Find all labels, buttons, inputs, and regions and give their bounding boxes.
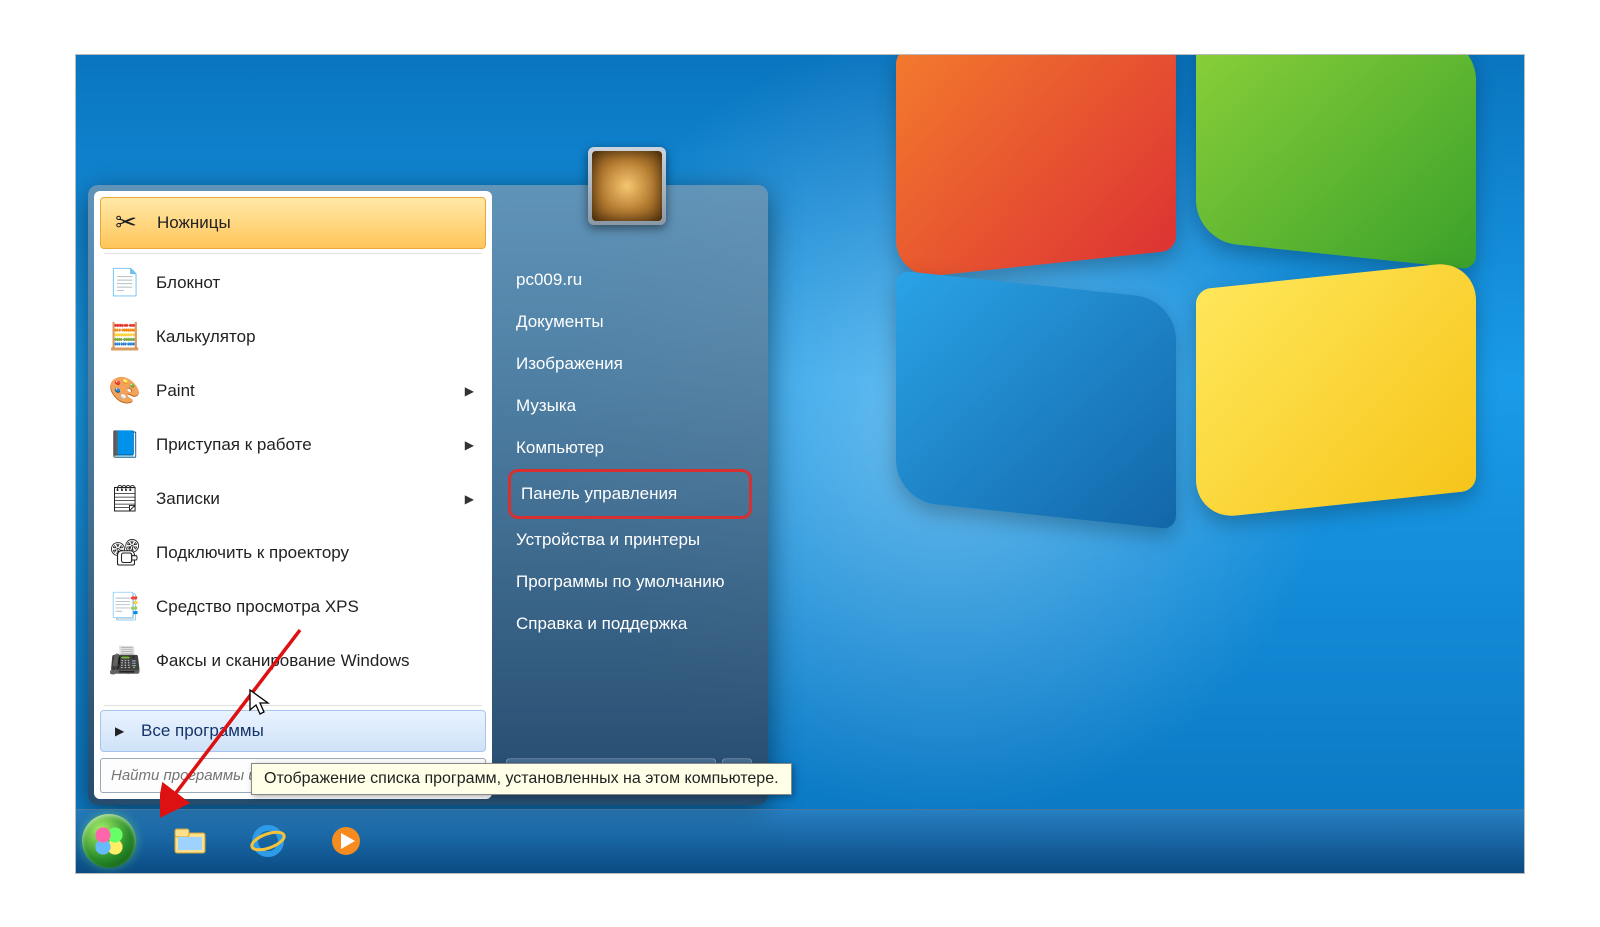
pinned-programs-list: ✂ Ножницы 📄 Блокнот 🧮 Калькулятор 🎨 Paint ▶ 📘 Прис… <box>98 195 488 703</box>
taskbar-explorer-icon[interactable] <box>166 821 214 861</box>
right-link-label: Компьютер <box>516 438 604 457</box>
pinned-item-getting-started[interactable]: 📘 Приступая к работе ▶ <box>100 420 486 470</box>
separator <box>104 705 482 706</box>
avatar-image <box>592 151 662 221</box>
right-link-pictures[interactable]: Изображения <box>508 343 752 385</box>
taskbar-wmp-icon[interactable] <box>322 821 370 861</box>
right-link-default-programs[interactable]: Программы по умолчанию <box>508 561 752 603</box>
right-link-label: Программы по умолчанию <box>516 572 725 591</box>
sticky-notes-icon: 🗒 <box>108 482 142 516</box>
right-link-computer[interactable]: Компьютер <box>508 427 752 469</box>
pinned-item-label: Средство просмотра XPS <box>156 597 359 617</box>
right-link-devices-printers[interactable]: Устройства и принтеры <box>508 519 752 561</box>
scissors-icon: ✂ <box>109 206 143 240</box>
pinned-item-label: Блокнот <box>156 273 220 293</box>
right-link-documents[interactable]: Документы <box>508 301 752 343</box>
right-link-label: Устройства и принтеры <box>516 530 700 549</box>
taskbar <box>76 809 1524 873</box>
paint-icon: 🎨 <box>108 374 142 408</box>
separator <box>104 253 482 254</box>
pinned-item-label: Paint <box>156 381 195 401</box>
pinned-item-label: Подключить к проектору <box>156 543 349 563</box>
right-link-music[interactable]: Музыка <box>508 385 752 427</box>
start-menu-left-pane: ✂ Ножницы 📄 Блокнот 🧮 Калькулятор 🎨 Paint ▶ 📘 Прис… <box>94 191 492 799</box>
right-link-user-folder[interactable]: pc009.ru <box>508 259 752 301</box>
chevron-right-icon: ▶ <box>115 724 124 738</box>
getting-started-icon: 📘 <box>108 428 142 462</box>
pinned-item-projector[interactable]: 📽 Подключить к проектору <box>100 528 486 578</box>
pinned-item-label: Факсы и сканирование Windows <box>156 651 410 671</box>
pinned-item-fax-scan[interactable]: 📠 Факсы и сканирование Windows <box>100 636 486 686</box>
pinned-item-paint[interactable]: 🎨 Paint ▶ <box>100 366 486 416</box>
start-menu-right-pane: pc009.ru Документы Изображения Музыка Компью… <box>492 191 762 799</box>
pinned-item-label: Записки <box>156 489 220 509</box>
tooltip: Отображение списка программ, установленн… <box>251 763 792 795</box>
pinned-item-xps-viewer[interactable]: 📑 Средство просмотра XPS <box>100 582 486 632</box>
calculator-icon: 🧮 <box>108 320 142 354</box>
chevron-right-icon: ▶ <box>465 492 478 506</box>
right-link-label: pc009.ru <box>516 270 582 289</box>
tooltip-text: Отображение списка программ, установленн… <box>264 770 779 787</box>
all-programs-label: Все программы <box>141 721 264 740</box>
fax-scan-icon: 📠 <box>108 644 142 678</box>
all-programs-button[interactable]: ▶ Все программы <box>100 710 486 752</box>
right-link-label: Справка и поддержка <box>516 614 687 633</box>
notepad-icon: 📄 <box>108 266 142 300</box>
right-link-control-panel[interactable]: Панель управления <box>508 469 752 519</box>
right-link-label: Панель управления <box>521 484 677 503</box>
desktop: ✂ Ножницы 📄 Блокнот 🧮 Калькулятор 🎨 Paint ▶ 📘 Прис… <box>75 54 1525 874</box>
right-link-label: Документы <box>516 312 604 331</box>
start-menu: ✂ Ножницы 📄 Блокнот 🧮 Калькулятор 🎨 Paint ▶ 📘 Прис… <box>88 185 768 805</box>
pinned-item-label: Калькулятор <box>156 327 256 347</box>
right-link-help-support[interactable]: Справка и поддержка <box>508 603 752 645</box>
chevron-right-icon: ▶ <box>465 438 478 452</box>
pinned-item-calculator[interactable]: 🧮 Калькулятор <box>100 312 486 362</box>
chevron-right-icon: ▶ <box>465 384 478 398</box>
pinned-item-sticky-notes[interactable]: 🗒 Записки ▶ <box>100 474 486 524</box>
start-button[interactable] <box>82 814 136 868</box>
projector-icon: 📽 <box>108 536 142 570</box>
pinned-item-scissors[interactable]: ✂ Ножницы <box>100 197 486 249</box>
xps-viewer-icon: 📑 <box>108 590 142 624</box>
right-link-label: Изображения <box>516 354 623 373</box>
taskbar-ie-icon[interactable] <box>244 821 292 861</box>
pinned-item-notepad[interactable]: 📄 Блокнот <box>100 258 486 308</box>
user-avatar[interactable] <box>588 147 666 225</box>
pinned-item-label: Приступая к работе <box>156 435 312 455</box>
right-link-label: Музыка <box>516 396 576 415</box>
windows-logo <box>896 54 1496 535</box>
pinned-item-label: Ножницы <box>157 213 231 233</box>
